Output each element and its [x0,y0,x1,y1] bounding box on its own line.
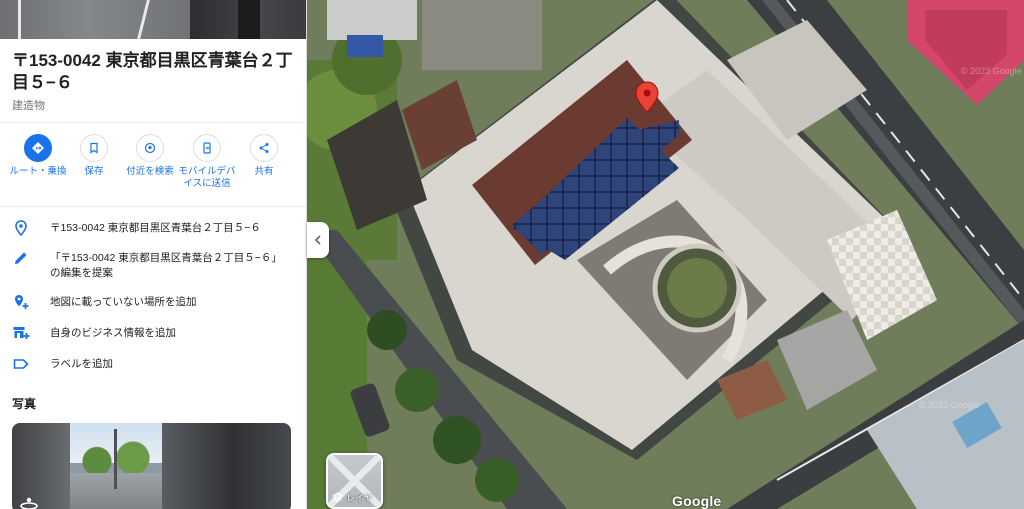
suggest-edit-line2: の編集を提案 [50,267,113,279]
chevron-left-icon [314,235,321,245]
google-logo: Google [672,493,722,509]
nearby-search-icon [136,134,164,162]
add-missing-place-row[interactable]: 地図に載っていない場所を追加 [0,287,306,317]
layers-button[interactable]: レイヤ [326,453,383,509]
address-row[interactable]: 〒153-0042 東京都目黒区青葉台２丁目５−６ [0,213,306,243]
photos-heading: 写真 [12,397,37,411]
send-to-phone-button[interactable]: モバイルデバイスに送信 [177,131,237,190]
save-button[interactable]: 保存 [64,131,124,178]
collapse-panel-button[interactable] [307,222,329,258]
suggest-edit-line1: 「〒153-0042 東京都目黒区青葉台２丁目５−６」 [50,252,282,264]
location-pin-icon [12,219,30,237]
street-view-360-icon [18,493,40,509]
add-place-icon [12,293,30,311]
share-label: 共有 [254,166,274,177]
imagery-watermark: © 2023 Google [961,66,1022,76]
share-button[interactable]: 共有 [234,131,294,178]
satellite-map[interactable]: © 2023 Google © 2023 Google [307,0,1024,509]
add-business-row[interactable]: 自身のビジネス情報を追加 [0,318,306,348]
place-panel: 〒153-0042 東京都目黒区青葉台２丁目５−６ 建造物 ルート・乗換 保存 … [0,0,307,509]
satellite-imagery [307,0,1024,509]
search-nearby-label: 付近を検索 [126,166,174,177]
suggest-edit-row[interactable]: 「〒153-0042 東京都目黒区青葉台２丁目５−６」 の編集を提案 [0,243,306,283]
divider [0,122,306,123]
add-business-text: 自身のビジネス情報を追加 [50,327,176,339]
layers-label: レイヤ [346,493,373,503]
add-missing-place-text: 地図に載っていない場所を追加 [50,296,197,308]
address-text: 〒153-0042 東京都目黒区青葉台２丁目５−６ [50,222,261,234]
storefront-add-icon [12,324,30,342]
add-label-row[interactable]: ラベルを追加 [0,349,306,379]
share-icon [250,134,278,162]
directions-label: ルート・乗換 [9,166,67,177]
search-nearby-button[interactable]: 付近を検索 [120,131,180,178]
imagery-watermark: © 2023 Google [919,400,980,410]
send-to-phone-label: モバイルデバイスに送信 [178,166,236,189]
label-icon [12,355,30,373]
suggest-edit-text: 「〒153-0042 東京都目黒区青葉台２丁目５−６」 の編集を提案 [50,251,282,281]
action-bar: ルート・乗換 保存 付近を検索 モバイルデバイスに送信 共有 [0,131,306,201]
directions-icon [24,134,52,162]
edit-pencil-icon [12,249,30,267]
divider [0,206,306,207]
street-view-header-image[interactable] [0,0,306,39]
directions-button[interactable]: ルート・乗換 [8,131,68,178]
bookmark-icon [80,134,108,162]
layers-icon [332,492,343,503]
send-to-phone-icon [193,134,221,162]
photo-thumbnail[interactable] [12,423,291,509]
save-label: 保存 [84,166,104,177]
place-category: 建造物 [12,100,45,112]
place-title: 〒153-0042 東京都目黒区青葉台２丁目５−６ [12,51,293,92]
add-label-text: ラベルを追加 [50,358,113,370]
